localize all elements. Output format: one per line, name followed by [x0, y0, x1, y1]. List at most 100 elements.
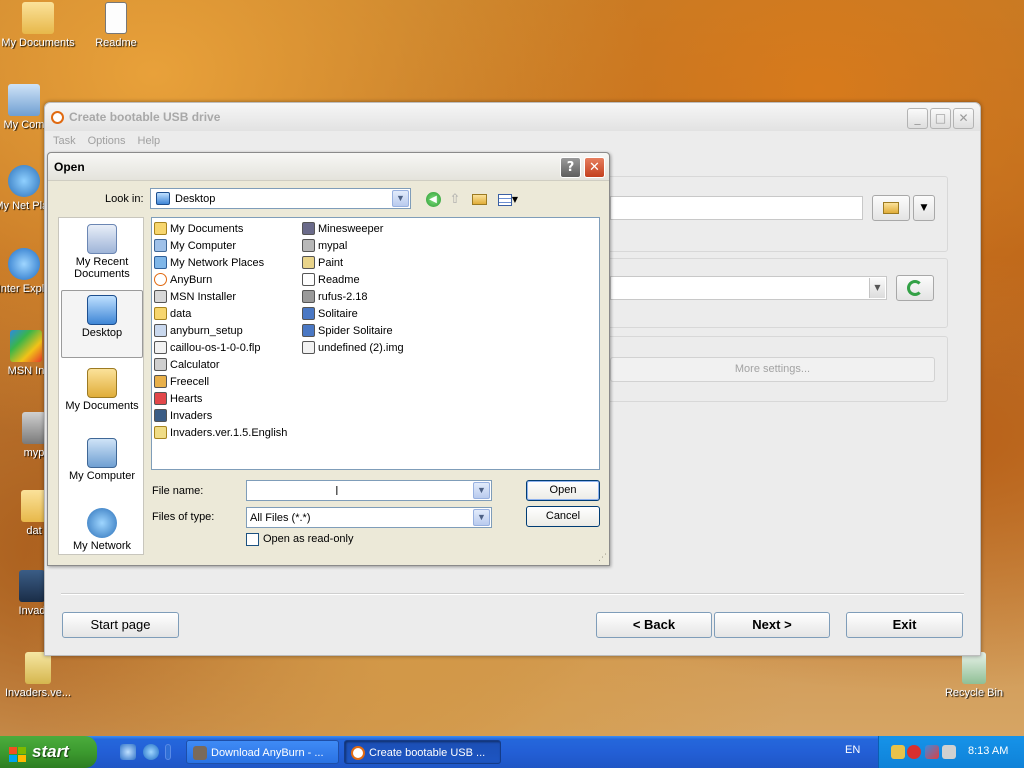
source-path-field[interactable]	[610, 196, 863, 220]
menu-help[interactable]: Help	[138, 135, 161, 147]
list-item[interactable]: MSN Installer	[154, 288, 236, 305]
list-item[interactable]: caillou-os-1-0-0.flp	[154, 339, 260, 356]
place-desktop[interactable]: Desktop	[61, 290, 143, 358]
browse-folder-button[interactable]	[872, 195, 910, 221]
file-type-value: All Files (*.*)	[250, 511, 311, 524]
network-icon[interactable]	[925, 745, 939, 759]
menu-task[interactable]: Task	[53, 135, 76, 147]
list-item[interactable]: anyburn_setup	[154, 322, 243, 339]
list-item[interactable]: Invaders.ver.1.5.English	[154, 424, 287, 441]
new-folder-icon[interactable]	[470, 191, 488, 209]
start-button[interactable]: start	[0, 736, 97, 768]
readonly-checkbox[interactable]	[246, 533, 259, 546]
language-indicator[interactable]: EN	[845, 744, 860, 756]
network-icon	[154, 256, 167, 269]
exit-button[interactable]: Exit	[846, 612, 963, 638]
close-icon: ✕	[958, 111, 969, 125]
dialog-title: Open	[54, 159, 85, 174]
quick-launch-expand-icon[interactable]	[165, 744, 171, 760]
list-item[interactable]: Invaders	[154, 407, 212, 424]
list-item[interactable]: My Documents	[154, 220, 243, 237]
file-name-input[interactable]: I ▼	[246, 480, 492, 501]
file-type-label: Files of type:	[152, 511, 215, 523]
dialog-help-button[interactable]: ?	[560, 157, 581, 178]
look-in-combo[interactable]: Desktop ▼	[150, 188, 411, 209]
minesweeper-icon	[302, 222, 315, 235]
show-desktop-icon[interactable]	[120, 744, 136, 760]
list-item[interactable]: Freecell	[154, 373, 209, 390]
zip-archive-icon	[25, 652, 51, 684]
start-label: start	[32, 742, 69, 761]
place-my-network[interactable]: My Network	[61, 508, 143, 552]
security-shield-icon[interactable]	[907, 745, 921, 759]
list-item[interactable]: Hearts	[154, 390, 202, 407]
back-arrow-icon[interactable]: ◀	[424, 191, 442, 209]
view-menu-icon[interactable]: ▼	[494, 191, 520, 209]
disk-image-icon	[302, 341, 315, 354]
list-item[interactable]: Minesweeper	[302, 220, 383, 237]
hearts-icon	[154, 392, 167, 405]
menu-options[interactable]: Options	[88, 135, 126, 147]
help-icon: ?	[566, 160, 575, 175]
recent-documents-icon	[87, 224, 117, 254]
chevron-down-icon: ▼	[473, 509, 490, 526]
open-button[interactable]: Open	[526, 480, 600, 501]
back-button[interactable]: < Back	[596, 612, 712, 638]
up-folder-icon[interactable]: ⇧	[446, 191, 464, 209]
list-item[interactable]: undefined (2).img	[302, 339, 404, 356]
invaders-game-icon	[19, 570, 45, 602]
invaders-game-icon	[154, 409, 167, 422]
anyburn-app-icon	[351, 746, 365, 760]
source-options-dropdown[interactable]: ▼	[913, 195, 935, 221]
resize-grip-icon[interactable]: ⋰	[598, 553, 607, 563]
list-item[interactable]: Spider Solitaire	[302, 322, 393, 339]
start-page-button[interactable]: Start page	[62, 612, 179, 638]
desktop-icon-readme[interactable]: Readme	[76, 2, 156, 49]
list-item[interactable]: AnyBurn	[154, 271, 212, 288]
place-my-documents[interactable]: My Documents	[61, 368, 143, 412]
shortcut-icon	[22, 412, 46, 444]
cancel-button[interactable]: Cancel	[526, 506, 600, 527]
usb-drive-icon	[302, 290, 315, 303]
list-item[interactable]: mypal	[302, 237, 347, 254]
folder-icon	[87, 368, 117, 398]
list-item[interactable]: Readme	[302, 271, 360, 288]
internet-explorer-icon[interactable]	[143, 744, 159, 760]
file-icon	[154, 341, 167, 354]
spider-solitaire-icon	[302, 324, 315, 337]
list-item[interactable]: Solitaire	[302, 305, 358, 322]
folder-icon	[154, 222, 167, 235]
dialog-close-button[interactable]: ✕	[584, 157, 605, 178]
close-button[interactable]: ✕	[953, 108, 974, 129]
more-settings-button[interactable]: More settings...	[610, 357, 935, 382]
refresh-drives-button[interactable]	[896, 275, 934, 301]
minimize-button[interactable]: _	[907, 108, 928, 129]
list-item[interactable]: rufus-2.18	[302, 288, 368, 305]
dialog-titlebar[interactable]: Open	[48, 153, 609, 181]
usb-drive-select[interactable]: ▼	[610, 276, 887, 300]
main-titlebar[interactable]: Create bootable USB drive	[45, 103, 980, 131]
file-type-select[interactable]: All Files (*.*) ▼	[246, 507, 492, 528]
shortcut-icon	[154, 290, 167, 303]
list-item[interactable]: data	[154, 305, 191, 322]
place-my-computer[interactable]: My Computer	[61, 438, 143, 482]
desktop-icon-my-documents[interactable]: My Documents	[0, 2, 78, 49]
tray-app-icon[interactable]	[891, 745, 905, 759]
next-button[interactable]: Next >	[714, 612, 830, 638]
desktop-icon-invaders-zip[interactable]: Invaders.ve...	[0, 652, 78, 699]
maximize-button[interactable]: □	[930, 108, 951, 129]
desktop-icon-recycle-bin[interactable]: Recycle Bin	[934, 652, 1014, 699]
file-list[interactable]: My Documents My Computer My Network Plac…	[151, 217, 600, 470]
task-download-anyburn[interactable]: Download AnyBurn - ...	[186, 740, 339, 764]
list-item[interactable]: Paint	[302, 254, 343, 271]
chevron-down-icon: ▼	[392, 190, 409, 207]
calculator-icon	[154, 358, 167, 371]
list-item[interactable]: My Network Places	[154, 254, 264, 271]
text-cursor-icon: I	[335, 483, 339, 498]
chevron-down-icon: ▼	[869, 278, 885, 298]
place-my-recent-documents[interactable]: My Recent Documents	[61, 224, 143, 280]
volume-icon[interactable]	[942, 745, 956, 759]
list-item[interactable]: My Computer	[154, 237, 236, 254]
task-create-bootable-usb[interactable]: Create bootable USB ...	[344, 740, 501, 764]
list-item[interactable]: Calculator	[154, 356, 220, 373]
